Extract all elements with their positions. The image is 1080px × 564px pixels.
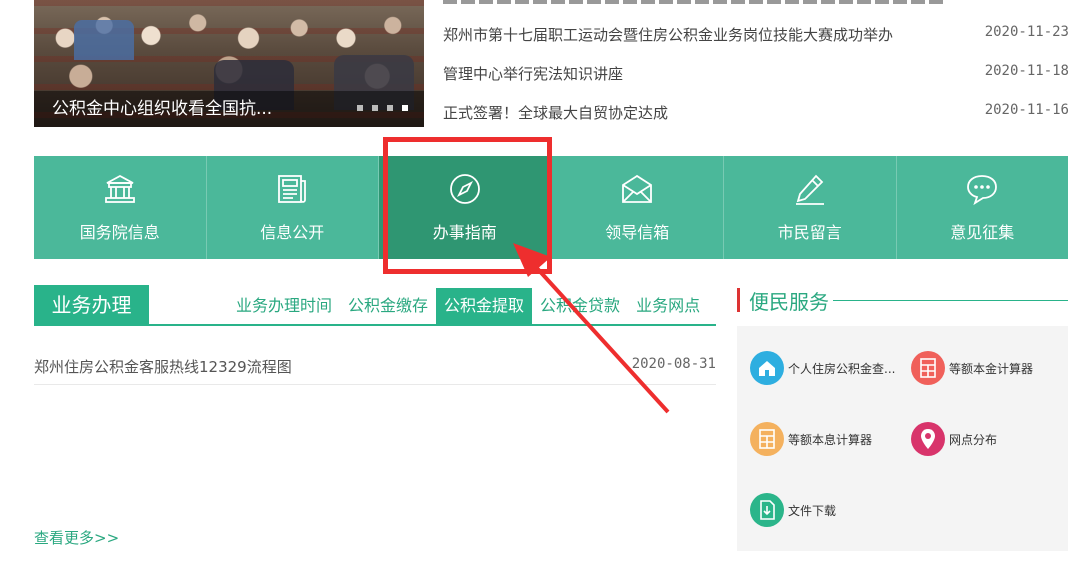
newspaper-icon bbox=[278, 175, 307, 203]
service-label: 等额本金计算器 bbox=[949, 362, 1034, 376]
business-tabs: 业务办理时间 公积金缴存 公积金提取 公积金贷款 业务网点 bbox=[228, 288, 708, 324]
list-item-date: 2020-08-31 bbox=[631, 356, 716, 372]
nav-label: 信息公开 bbox=[260, 223, 325, 242]
service-label: 网点分布 bbox=[949, 433, 998, 447]
calculator-icon bbox=[750, 422, 784, 456]
news-title[interactable]: 管理中心举行宪法知识讲座 bbox=[443, 63, 623, 84]
tab-fund-deposit[interactable]: 公积金缴存 bbox=[340, 288, 436, 324]
service-label: 文件下载 bbox=[788, 504, 837, 518]
carousel-caption[interactable]: 公积金中心组织收看全国抗... bbox=[52, 94, 272, 119]
chat-icon bbox=[967, 175, 998, 206]
main-nav: 国务院信息 信息公开 办事指南 领导信箱 市民留言 意见征集 bbox=[34, 156, 1068, 259]
nav-item-opinion-collection[interactable]: 意见征集 bbox=[897, 156, 1069, 259]
tab-fund-withdrawal[interactable]: 公积金提取 bbox=[436, 288, 533, 324]
nav-label: 办事指南 bbox=[432, 223, 497, 242]
header-accent-bar bbox=[737, 288, 740, 312]
tab-fund-loan[interactable]: 公积金贷款 bbox=[532, 288, 628, 324]
download-icon bbox=[750, 493, 784, 527]
news-title[interactable]: 正式签署！全球最大自贸协定达成 bbox=[443, 102, 668, 123]
calculator-icon bbox=[911, 351, 945, 385]
carousel-dot[interactable] bbox=[387, 105, 393, 111]
news-date: 2020-11-23 bbox=[984, 24, 1069, 40]
nav-item-state-council[interactable]: 国务院信息 bbox=[34, 156, 207, 259]
news-carousel[interactable]: 公积金中心组织收看全国抗... bbox=[34, 0, 424, 127]
tab-business-hours[interactable]: 业务办理时间 bbox=[228, 288, 340, 324]
news-date: 2020-11-16 bbox=[984, 102, 1069, 118]
carousel-dots bbox=[357, 105, 408, 111]
service-label: 个人住房公积金查... bbox=[788, 362, 896, 376]
news-item[interactable]: 郑州市第十七届职工运动会暨住房公积金业务岗位技能大赛成功举办 2020-11-2… bbox=[443, 18, 1069, 48]
truncated-headline bbox=[443, 0, 943, 4]
pen-icon bbox=[795, 174, 824, 205]
news-date: 2020-11-18 bbox=[984, 63, 1069, 79]
carousel-dot[interactable] bbox=[357, 105, 363, 111]
business-section-title: 业务办理 bbox=[34, 285, 149, 325]
service-header: 便民服务 bbox=[737, 286, 1068, 314]
nav-item-citizen-message[interactable]: 市民留言 bbox=[724, 156, 897, 259]
nav-item-info-disclosure[interactable]: 信息公开 bbox=[207, 156, 379, 259]
house-icon bbox=[750, 351, 784, 385]
service-title: 便民服务 bbox=[749, 290, 829, 314]
photo-figure bbox=[74, 20, 134, 60]
nav-label: 国务院信息 bbox=[79, 223, 160, 242]
service-label: 等额本息计算器 bbox=[788, 433, 873, 447]
nav-item-leader-mailbox[interactable]: 领导信箱 bbox=[552, 156, 724, 259]
nav-label: 意见征集 bbox=[950, 223, 1015, 242]
nav-item-service-guide[interactable]: 办事指南 bbox=[379, 156, 552, 259]
service-panel: 个人住房公积金查... 等额本金计算器 等额本息计算器 网点分布 文件下载 bbox=[737, 326, 1068, 551]
tab-business-outlets[interactable]: 业务网点 bbox=[628, 288, 708, 324]
header-line bbox=[833, 300, 1068, 301]
carousel-dot[interactable] bbox=[372, 105, 378, 111]
news-item[interactable]: 正式签署！全球最大自贸协定达成 2020-11-16 bbox=[443, 96, 1069, 126]
location-pin-icon bbox=[911, 422, 945, 456]
envelope-icon bbox=[622, 174, 653, 203]
view-more-link[interactable]: 查看更多>> bbox=[34, 527, 119, 548]
compass-icon bbox=[449, 174, 480, 204]
nav-label: 市民留言 bbox=[777, 223, 842, 242]
list-item-title[interactable]: 郑州住房公积金客服热线12329流程图 bbox=[34, 356, 292, 377]
section-divider bbox=[34, 324, 716, 326]
news-item[interactable]: 管理中心举行宪法知识讲座 2020-11-18 bbox=[443, 57, 1069, 87]
news-title[interactable]: 郑州市第十七届职工运动会暨住房公积金业务岗位技能大赛成功举办 bbox=[443, 24, 893, 45]
building-icon bbox=[104, 174, 135, 203]
list-item[interactable]: 郑州住房公积金客服热线12329流程图 2020-08-31 bbox=[34, 348, 716, 385]
carousel-dot-active[interactable] bbox=[402, 105, 408, 111]
nav-label: 领导信箱 bbox=[605, 223, 670, 242]
